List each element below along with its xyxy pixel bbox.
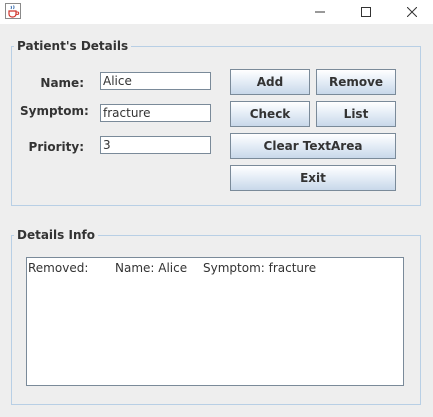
maximize-button[interactable] [343, 0, 389, 24]
details-textarea[interactable]: Removed: Name: Alice Symptom: fracture [26, 257, 404, 386]
record-symptom: Symptom: fracture [203, 261, 317, 275]
exit-button[interactable]: Exit [230, 165, 396, 191]
symptom-label: Symptom: [20, 104, 89, 118]
check-button[interactable]: Check [230, 101, 310, 127]
patient-details-legend: Patient's Details [14, 39, 132, 53]
symptom-field[interactable]: fracture [100, 104, 211, 122]
record-name: Name: Alice [115, 261, 188, 275]
priority-label: Priority: [28, 140, 84, 154]
list-button[interactable]: List [316, 101, 396, 127]
close-button[interactable] [389, 0, 433, 24]
title-bar [0, 0, 433, 24]
priority-field[interactable]: 3 [100, 136, 211, 154]
minimize-icon [315, 11, 325, 13]
add-button[interactable]: Add [230, 69, 310, 95]
name-field[interactable]: Alice [100, 72, 211, 90]
java-cup-icon [5, 3, 21, 19]
name-label: Name: [40, 76, 84, 90]
details-info-legend: Details Info [14, 228, 98, 242]
minimize-button[interactable] [297, 0, 343, 24]
record-status: Removed: [28, 261, 89, 275]
maximize-icon [361, 7, 371, 17]
close-icon [407, 7, 417, 17]
clear-textarea-button[interactable]: Clear TextArea [230, 133, 396, 159]
remove-button[interactable]: Remove [316, 69, 396, 95]
